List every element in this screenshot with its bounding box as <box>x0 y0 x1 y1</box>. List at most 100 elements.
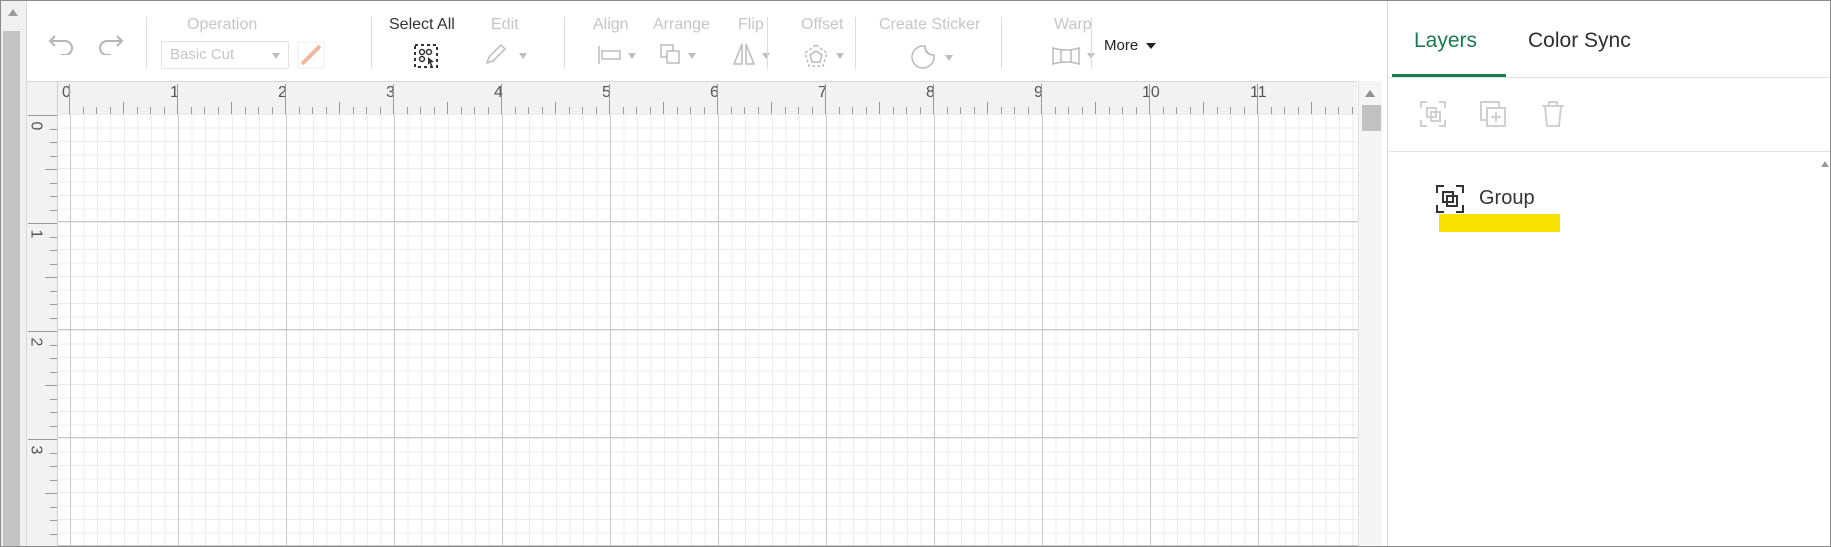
edit-button[interactable]: Edit <box>481 1 541 81</box>
ruler-tick <box>69 84 70 114</box>
toolbar-separator <box>1091 17 1092 69</box>
ruler-tick <box>258 107 259 114</box>
duplicate-button[interactable] <box>1478 99 1508 134</box>
ruler-tick <box>231 102 232 114</box>
ruler-tick <box>838 107 840 114</box>
ruler-tick <box>50 209 57 211</box>
divider <box>1388 77 1830 78</box>
ruler-tick <box>528 107 529 114</box>
flip-icon <box>732 43 756 65</box>
ruler-tick <box>109 107 111 114</box>
ruler-tick <box>919 107 921 114</box>
ruler-tick <box>447 102 448 114</box>
ruler-tick <box>811 107 813 114</box>
group-icon <box>1420 101 1446 127</box>
ruler-tick <box>649 107 651 114</box>
ruler-tick <box>595 107 597 114</box>
tab-layers[interactable]: Layers <box>1414 29 1477 53</box>
operation-value: Basic Cut <box>170 46 235 63</box>
arrange-button[interactable]: Arrange <box>629 1 710 81</box>
ruler-tick <box>50 520 57 521</box>
ruler-tick <box>568 107 570 114</box>
ruler-tick <box>501 84 502 114</box>
redo-button[interactable] <box>95 31 125 60</box>
left-scrollbar[interactable] <box>1 1 27 546</box>
ruler-tick <box>50 250 57 251</box>
ruler-tick <box>50 425 57 427</box>
warp-button[interactable]: Warp <box>1021 1 1101 81</box>
ruler-tick <box>50 398 57 400</box>
ruler-tick <box>771 102 772 114</box>
warp-label: Warp <box>1054 16 1092 33</box>
ruler-tick <box>825 84 826 114</box>
ruler-tick <box>906 107 907 114</box>
more-button[interactable]: More <box>1104 1 1164 81</box>
ruler-tick <box>1162 107 1164 114</box>
chevron-down-icon <box>762 53 770 59</box>
align-label: Align <box>593 16 629 33</box>
ruler-tick <box>190 107 192 114</box>
layer-item-group[interactable]: Group <box>1433 177 1593 223</box>
ruler-tick <box>177 84 178 114</box>
ruler-tick <box>50 358 57 359</box>
divider <box>1388 151 1830 152</box>
toolbar-separator <box>564 17 565 69</box>
tab-color-sync-label: Color Sync <box>1528 29 1631 52</box>
operation-group: Operation Basic Cut <box>161 1 331 81</box>
ruler-tick <box>50 196 57 197</box>
ruler-tick <box>1176 107 1177 114</box>
scrollbar-thumb[interactable] <box>3 31 20 546</box>
ruler-tick <box>1095 102 1096 114</box>
flip-button[interactable]: Flip <box>705 1 770 81</box>
align-button[interactable]: Align <box>567 1 636 81</box>
undo-button[interactable] <box>47 31 77 60</box>
chevron-down-icon <box>945 55 953 61</box>
ruler-tick <box>28 439 57 440</box>
ruler-tick <box>244 107 246 114</box>
delete-button[interactable] <box>1538 99 1568 134</box>
layer-label: Group <box>1479 187 1535 209</box>
ruler-tick <box>420 107 421 114</box>
edit-label: Edit <box>491 16 519 33</box>
sticker-icon <box>911 45 935 69</box>
ruler-tick <box>50 128 57 130</box>
ruler-tick <box>163 107 165 114</box>
ruler-tick <box>136 107 138 114</box>
scroll-up-arrow[interactable] <box>8 9 18 16</box>
ruler-tick <box>622 107 624 114</box>
ruler-tick <box>676 107 678 114</box>
ruler-tick <box>45 277 57 278</box>
ruler-number: 3 <box>27 445 45 455</box>
toolbar-separator <box>767 17 768 69</box>
scroll-up-arrow[interactable] <box>1821 161 1829 167</box>
toolbar-separator <box>146 17 147 69</box>
group-button[interactable] <box>1418 99 1448 134</box>
operation-color-swatch[interactable] <box>297 41 325 69</box>
design-space-window: Operation Basic Cut Select All Edit Alig… <box>0 0 1831 547</box>
duplicate-icon <box>1480 101 1506 127</box>
ruler-tick <box>1243 107 1245 114</box>
chevron-down-icon <box>1146 43 1156 49</box>
scroll-up-arrow[interactable] <box>1365 90 1375 97</box>
select-all-button[interactable]: Select All <box>389 1 469 81</box>
ruler-tick <box>217 107 219 114</box>
ruler-tick <box>285 84 286 114</box>
arrange-label: Arrange <box>653 16 710 33</box>
chevron-down-icon <box>519 53 527 59</box>
scrollbar-thumb[interactable] <box>1362 105 1381 131</box>
ruler-number: 1 <box>27 229 45 239</box>
design-canvas[interactable] <box>58 114 1358 546</box>
ruler-tick <box>45 385 57 386</box>
create-sticker-button[interactable]: Create Sticker <box>879 1 999 81</box>
canvas-vertical-scrollbar[interactable] <box>1358 81 1382 546</box>
tab-layers-label: Layers <box>1414 29 1478 52</box>
ruler-number: 2 <box>27 337 45 347</box>
ruler-tick <box>1338 107 1339 114</box>
ruler-tick <box>663 102 664 114</box>
ruler-tick <box>1189 107 1191 114</box>
ruler-tick <box>703 107 705 114</box>
offset-button[interactable]: Offset <box>787 1 857 81</box>
tab-color-sync[interactable]: Color Sync <box>1528 29 1631 53</box>
operation-select[interactable]: Basic Cut <box>161 41 289 69</box>
toolbar-separator <box>855 17 856 69</box>
